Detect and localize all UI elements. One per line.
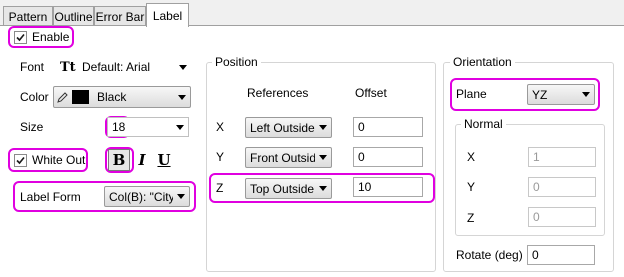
chevron-down-icon [315, 179, 331, 198]
y-offset-input[interactable]: 0 [353, 147, 423, 167]
chevron-down-icon [578, 85, 594, 104]
tab-label-text: Label [152, 8, 183, 23]
normal-y-label: Y [467, 180, 476, 194]
white-out-checkbox[interactable] [14, 154, 27, 167]
font-label: Font [20, 60, 45, 74]
bold-button[interactable]: B [108, 149, 130, 171]
pencil-icon [54, 91, 72, 103]
color-label: Color [20, 90, 49, 104]
normal-x-input[interactable]: 1 [528, 147, 596, 167]
chevron-down-icon [173, 187, 189, 206]
plane-value: YZ [532, 87, 548, 102]
normal-title: Normal [461, 117, 506, 131]
normal-z-input[interactable]: 0 [528, 207, 596, 227]
white-out-label: White Out [32, 153, 86, 167]
font-value: Default: Arial [82, 60, 151, 74]
orientation-title: Orientation [450, 55, 515, 69]
pos-z-label: Z [216, 181, 224, 195]
chevron-down-icon [172, 118, 188, 136]
chevron-down-icon [315, 148, 331, 167]
size-combo[interactable]: 18 [107, 117, 189, 137]
font-icon: Tt [60, 59, 76, 75]
normal-z-label: Z [467, 211, 475, 225]
chevron-down-icon [315, 118, 331, 137]
tab-outline[interactable]: Outline [53, 6, 94, 26]
tab-error-bar[interactable]: Error Bar [94, 6, 146, 26]
z-reference-value: Top Outside [250, 181, 315, 196]
color-value: Black [97, 90, 127, 104]
checkmark-icon [16, 33, 25, 42]
x-offset-input[interactable]: 0 [353, 117, 423, 137]
x-reference-value: Left Outside [250, 120, 315, 135]
rotate-input[interactable]: 0 [527, 245, 595, 265]
plane-combo[interactable]: YZ [527, 84, 595, 105]
chevron-down-icon [174, 87, 190, 107]
offset-header: Offset [355, 86, 387, 100]
enable-checkbox[interactable] [14, 31, 27, 44]
color-swatch [72, 90, 89, 104]
plane-label: Plane [456, 87, 487, 101]
references-header: References [247, 86, 309, 100]
normal-y-input[interactable]: 0 [528, 177, 596, 197]
label-form-label: Label Form [20, 190, 81, 204]
font-combo[interactable]: Tt Default: Arial [57, 57, 192, 77]
size-value: 18 [112, 120, 126, 134]
underline-button[interactable]: U [153, 149, 175, 171]
size-label: Size [20, 120, 44, 134]
tab-label: Pattern [8, 9, 48, 24]
rotate-label: Rotate (deg) [456, 248, 523, 262]
y-reference-combo[interactable]: Front Outside [245, 147, 332, 168]
normal-x-label: X [467, 150, 476, 164]
enable-label: Enable [32, 30, 70, 44]
chevron-down-icon [175, 58, 191, 76]
label-form-value: Col(B): "City" [109, 189, 173, 204]
y-reference-value: Front Outside [250, 150, 315, 165]
x-reference-combo[interactable]: Left Outside [245, 117, 332, 138]
label-form-combo[interactable]: Col(B): "City" [104, 186, 190, 207]
checkmark-icon [16, 156, 25, 165]
pos-x-label: X [216, 120, 225, 134]
tab-label[interactable]: Label [146, 3, 189, 27]
italic-button[interactable]: I [131, 149, 153, 171]
pos-y-label: Y [216, 150, 225, 164]
color-combo[interactable]: Black [53, 86, 191, 108]
tab-label: Error Bar [95, 9, 145, 24]
tab-label: Outline [54, 9, 93, 24]
tab-pattern[interactable]: Pattern [3, 6, 53, 26]
z-offset-input[interactable]: 10 [353, 177, 423, 197]
z-reference-combo[interactable]: Top Outside [245, 178, 332, 199]
position-title: Position [212, 55, 261, 69]
